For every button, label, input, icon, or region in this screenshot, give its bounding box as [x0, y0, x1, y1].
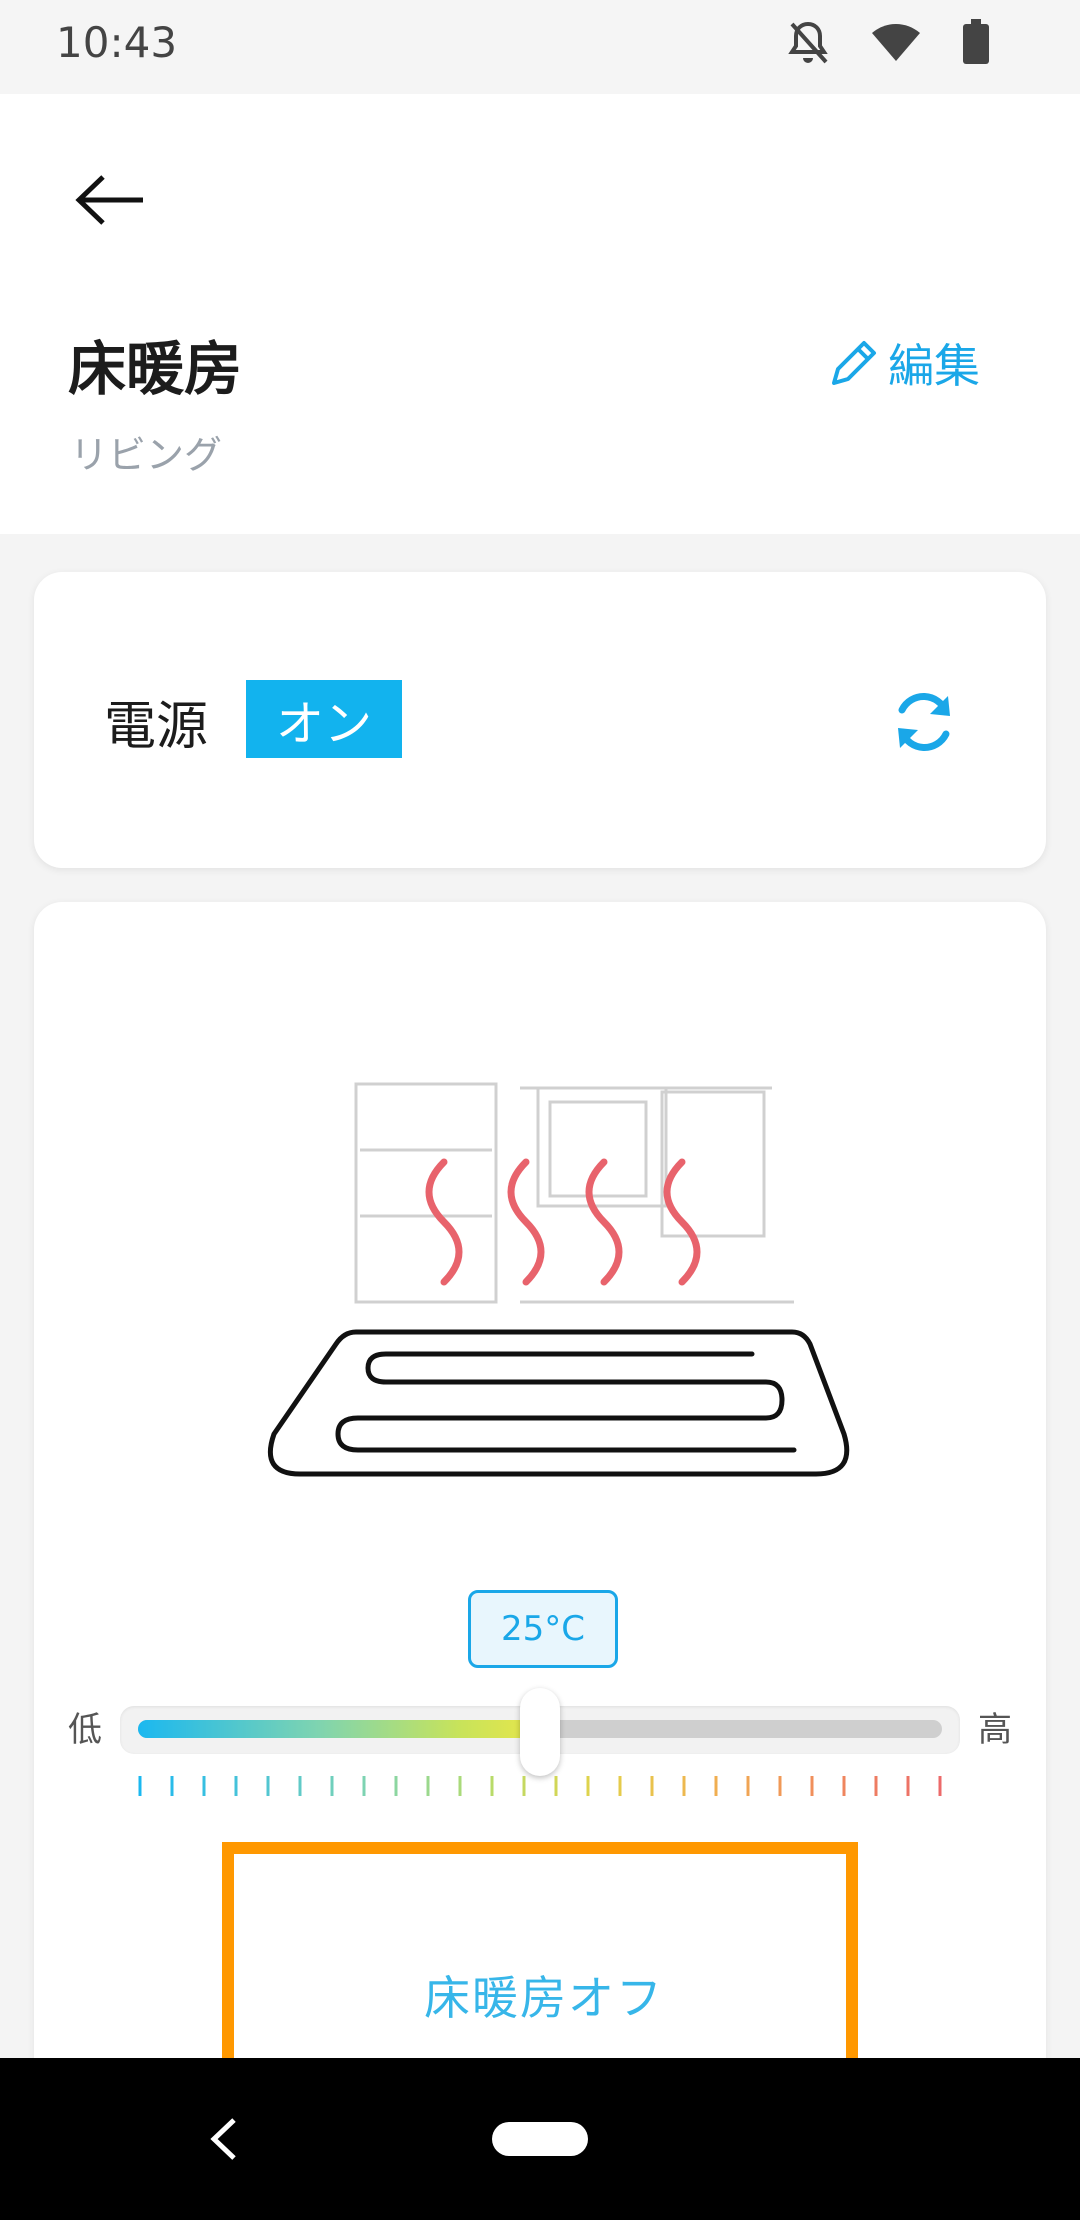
- temperature-low-label: 低: [68, 1710, 102, 1750]
- edit-label: 編集: [888, 339, 980, 393]
- status-icons: [786, 18, 990, 70]
- slider-thumb[interactable]: [520, 1688, 560, 1776]
- power-label: 電源: [104, 697, 209, 757]
- power-status-badge[interactable]: オン: [246, 680, 402, 758]
- floor-heating-illustration: [267, 1082, 850, 1477]
- room-name: リビング: [70, 433, 223, 477]
- power-card: 電源 オン: [34, 572, 1046, 868]
- nav-home-button[interactable]: [492, 2122, 588, 2156]
- heat-waves: [425, 1158, 701, 1286]
- refresh-icon: [898, 693, 950, 751]
- notifications-off-icon: [786, 18, 830, 70]
- wifi-icon: [870, 21, 922, 67]
- highlight-box: [222, 1842, 858, 2082]
- temperature-slider[interactable]: [120, 1688, 960, 1776]
- nav-back-button[interactable]: [204, 2114, 244, 2164]
- edit-button[interactable]: 編集: [826, 330, 980, 396]
- temperature-value: 25°C: [468, 1590, 618, 1668]
- slider-tick-marks: [138, 1776, 942, 1796]
- refresh-button[interactable]: [884, 682, 964, 762]
- page-title: 床暖房: [68, 335, 243, 403]
- temperature-high-label: 高: [978, 1710, 1012, 1750]
- chevron-left-icon: [210, 2118, 236, 2160]
- slider-fill: [138, 1720, 540, 1738]
- header: 床暖房 リビング 編集: [0, 94, 1080, 534]
- navigation-bar: [0, 2058, 1080, 2220]
- status-bar: 10:43: [0, 0, 1080, 94]
- battery-icon: [962, 19, 990, 69]
- back-button[interactable]: [70, 160, 150, 240]
- pencil-icon: [832, 341, 876, 385]
- status-time: 10:43: [56, 18, 178, 67]
- arrow-left-icon: [75, 175, 143, 225]
